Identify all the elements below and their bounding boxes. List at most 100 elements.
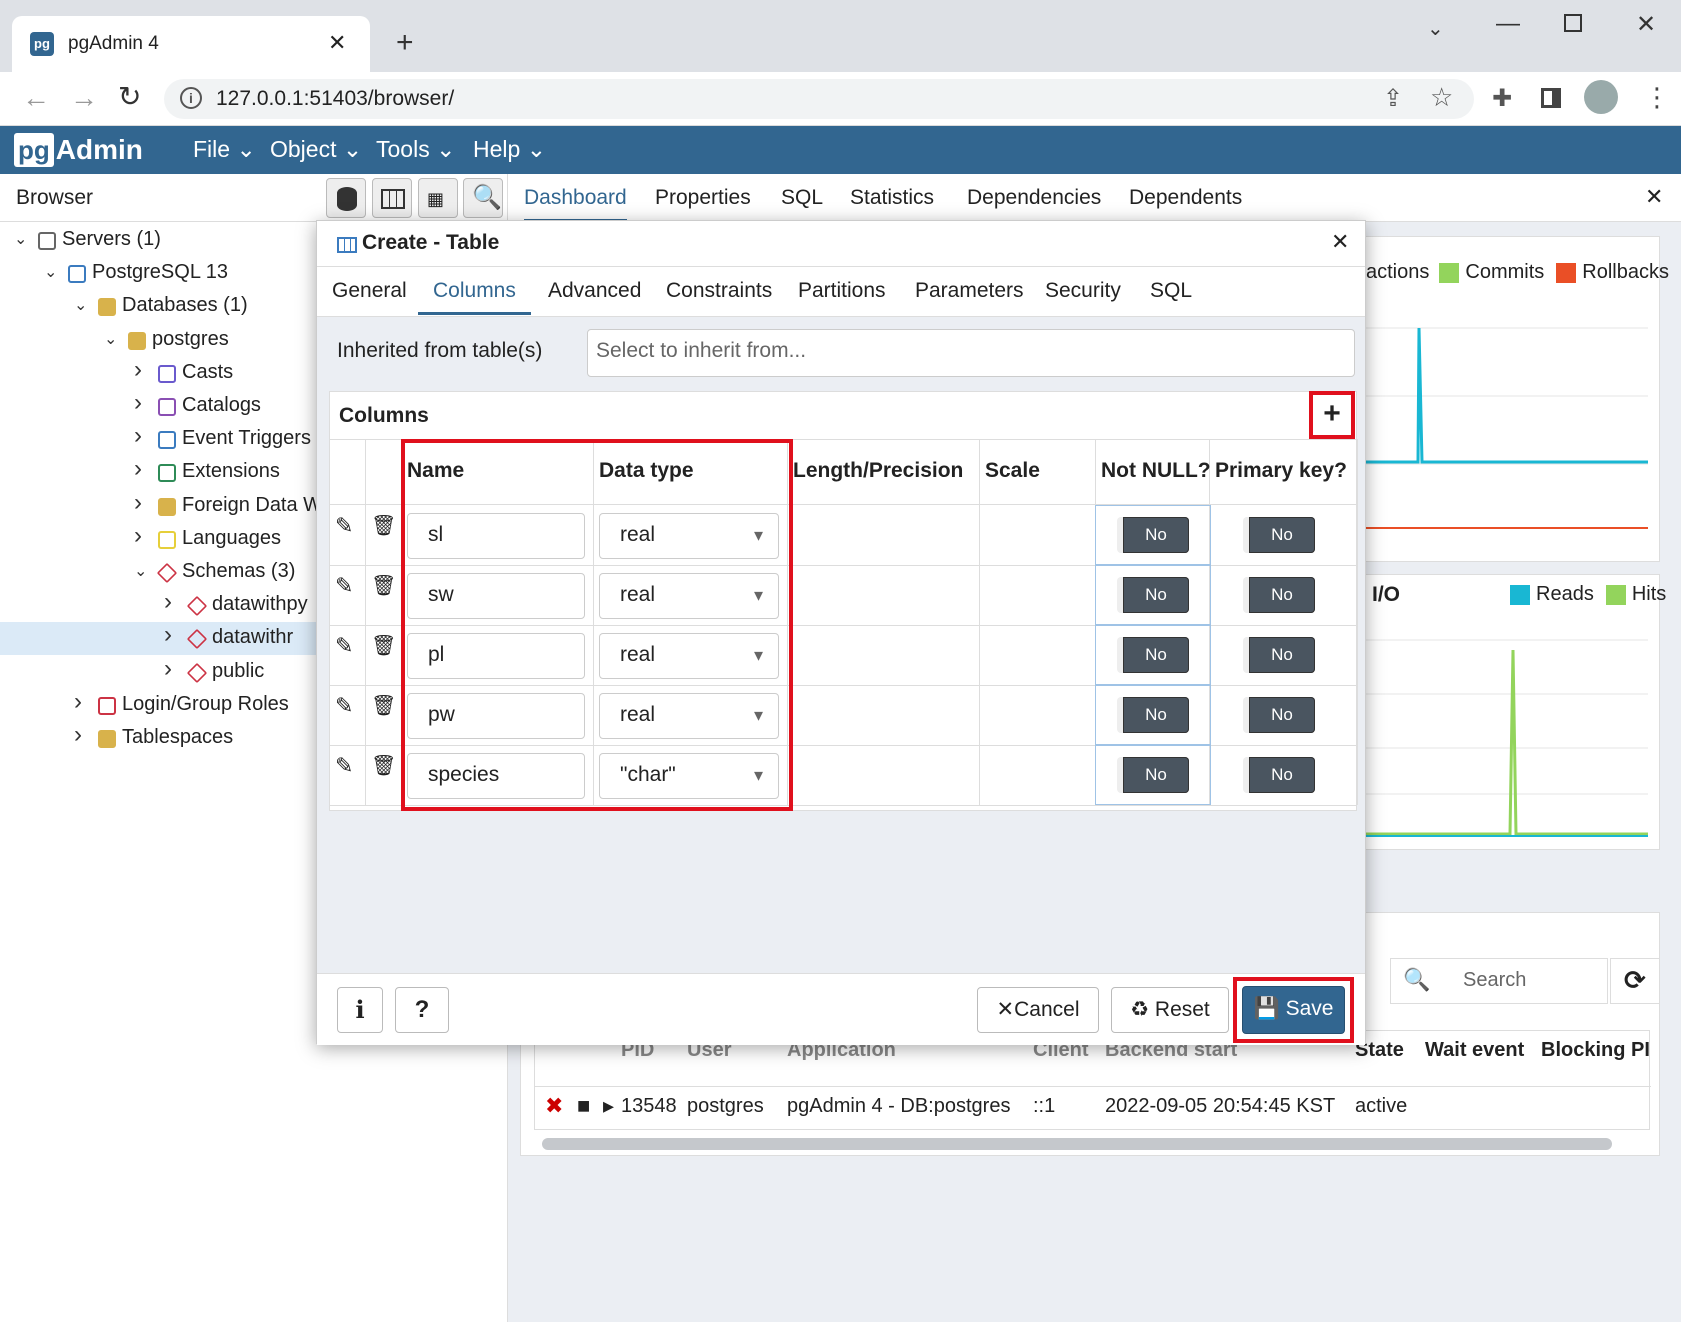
- chevron-right-icon[interactable]: ›: [74, 721, 82, 749]
- dialog-close-icon[interactable]: ✕: [1331, 229, 1349, 255]
- view-data-button[interactable]: [372, 178, 412, 218]
- chevron-right-icon[interactable]: ›: [164, 621, 172, 649]
- chevron-down-icon[interactable]: ⌄: [104, 329, 117, 349]
- query-tool-button[interactable]: [326, 178, 366, 218]
- chevron-down-icon[interactable]: ⌄: [1427, 16, 1444, 41]
- save-button[interactable]: 💾 Save: [1242, 986, 1345, 1034]
- delete-row-icon[interactable]: 🗑: [371, 633, 396, 658]
- refresh-button[interactable]: ⟳: [1610, 958, 1660, 1004]
- delete-row-icon[interactable]: 🗑: [371, 513, 396, 538]
- column-header-name[interactable]: Name: [407, 459, 464, 483]
- chevron-right-icon[interactable]: ›: [164, 588, 172, 616]
- column-header-not-null[interactable]: Not NULL?: [1101, 459, 1211, 483]
- activity-search-input[interactable]: Search: [1463, 969, 1526, 992]
- activity-search[interactable]: 🔍 Search: [1390, 958, 1608, 1004]
- search-objects-button[interactable]: 🔍: [463, 178, 503, 218]
- primary-key-toggle[interactable]: No: [1243, 757, 1315, 793]
- tab-properties[interactable]: Properties: [655, 186, 751, 210]
- forward-icon[interactable]: →: [70, 82, 98, 114]
- not-null-toggle[interactable]: No: [1117, 757, 1189, 793]
- pgadmin-logo[interactable]: pg pgAdmin Admin: [14, 131, 143, 169]
- menu-help[interactable]: Help ⌄: [473, 136, 546, 163]
- inherit-select[interactable]: Select to inherit from...: [587, 329, 1355, 377]
- edit-row-icon[interactable]: ✎: [335, 573, 353, 599]
- delete-row-icon[interactable]: 🗑: [371, 693, 396, 718]
- column-name-input[interactable]: pl: [407, 633, 585, 679]
- dialog-tab-columns[interactable]: Columns: [418, 279, 531, 315]
- tab-close-icon[interactable]: ✕: [328, 30, 346, 56]
- url-field[interactable]: i 127.0.0.1:51403/browser/: [164, 79, 1474, 119]
- expand-arrow-icon[interactable]: ▸: [603, 1093, 614, 1119]
- chevron-right-icon[interactable]: ›: [134, 356, 142, 384]
- reset-button[interactable]: ♻ Reset: [1111, 987, 1229, 1033]
- chevron-right-icon[interactable]: ›: [134, 522, 142, 550]
- chevron-down-icon[interactable]: ⌄: [74, 295, 87, 315]
- primary-key-toggle[interactable]: No: [1243, 577, 1315, 613]
- not-null-toggle[interactable]: No: [1117, 577, 1189, 613]
- column-name-input[interactable]: species: [407, 753, 585, 799]
- minimize-icon[interactable]: —: [1496, 10, 1520, 38]
- info-button[interactable]: i: [337, 987, 383, 1033]
- dialog-tab-advanced[interactable]: Advanced: [548, 279, 641, 303]
- chevron-down-icon[interactable]: ⌄: [134, 561, 147, 581]
- profile-avatar[interactable]: [1584, 80, 1618, 114]
- chevron-right-icon[interactable]: ›: [134, 422, 142, 450]
- delete-row-icon[interactable]: 🗑: [371, 573, 396, 598]
- not-null-toggle[interactable]: No: [1117, 517, 1189, 553]
- data-type-select[interactable]: real ▾: [599, 573, 779, 619]
- column-header-scale[interactable]: Scale: [985, 459, 1040, 483]
- cancel-button[interactable]: ✕Cancel: [977, 987, 1099, 1033]
- chevron-right-icon[interactable]: ›: [134, 489, 142, 517]
- dialog-tab-general[interactable]: General: [332, 279, 407, 303]
- column-header-length-precision[interactable]: Length/Precision: [793, 459, 963, 483]
- column-header-primary-key[interactable]: Primary key?: [1215, 459, 1347, 483]
- chevron-right-icon[interactable]: ›: [134, 455, 142, 483]
- data-type-select[interactable]: real ▾: [599, 693, 779, 739]
- column-name-input[interactable]: sl: [407, 513, 585, 559]
- menu-file[interactable]: File ⌄: [193, 136, 256, 163]
- dialog-tab-sql[interactable]: SQL: [1150, 279, 1192, 303]
- chevron-right-icon[interactable]: ›: [164, 655, 172, 683]
- tab-dependencies[interactable]: Dependencies: [967, 186, 1101, 210]
- close-panel-icon[interactable]: ✕: [1645, 184, 1663, 210]
- close-window-icon[interactable]: ✕: [1636, 10, 1656, 39]
- delete-row-icon[interactable]: 🗑: [371, 753, 396, 778]
- terminate-icon[interactable]: ✖: [545, 1093, 563, 1119]
- stop-icon[interactable]: ■: [577, 1093, 590, 1119]
- menu-tools[interactable]: Tools ⌄: [376, 136, 455, 163]
- column-name-input[interactable]: pw: [407, 693, 585, 739]
- dialog-tab-partitions[interactable]: Partitions: [798, 279, 886, 303]
- activity-header[interactable]: Blocking PI: [1541, 1039, 1650, 1062]
- chevron-down-icon[interactable]: ⌄: [14, 229, 27, 249]
- chevron-right-icon[interactable]: ›: [134, 389, 142, 417]
- new-tab-icon[interactable]: +: [396, 26, 414, 60]
- filtered-rows-button[interactable]: ▦: [418, 178, 458, 218]
- reload-icon[interactable]: ↻: [118, 80, 141, 113]
- extensions-puzzle-icon[interactable]: ✚: [1492, 84, 1512, 113]
- browser-tab[interactable]: pg pgAdmin 4 ✕: [12, 16, 370, 72]
- data-type-select[interactable]: real ▾: [599, 513, 779, 559]
- data-type-select[interactable]: real ▾: [599, 633, 779, 679]
- tab-statistics[interactable]: Statistics: [850, 186, 934, 210]
- edit-row-icon[interactable]: ✎: [335, 693, 353, 719]
- tab-dependents[interactable]: Dependents: [1129, 186, 1242, 210]
- side-panel-icon[interactable]: [1541, 88, 1561, 108]
- site-info-icon[interactable]: i: [180, 87, 202, 109]
- share-icon[interactable]: ⇪: [1383, 84, 1403, 113]
- help-button[interactable]: ?: [395, 987, 449, 1033]
- primary-key-toggle[interactable]: No: [1243, 517, 1315, 553]
- tab-sql[interactable]: SQL: [781, 186, 823, 210]
- primary-key-toggle[interactable]: No: [1243, 637, 1315, 673]
- chevron-right-icon[interactable]: ›: [74, 688, 82, 716]
- column-name-input[interactable]: sw: [407, 573, 585, 619]
- not-null-toggle[interactable]: No: [1117, 637, 1189, 673]
- data-type-select[interactable]: "char" ▾: [599, 753, 779, 799]
- back-icon[interactable]: ←: [22, 82, 50, 114]
- more-menu-icon[interactable]: ⋮: [1644, 82, 1670, 113]
- maximize-icon[interactable]: [1564, 14, 1582, 32]
- bookmark-star-icon[interactable]: ☆: [1430, 82, 1453, 113]
- add-column-button[interactable]: +: [1309, 391, 1355, 439]
- tab-dashboard[interactable]: Dashboard: [524, 186, 627, 222]
- edit-row-icon[interactable]: ✎: [335, 633, 353, 659]
- activity-scrollbar[interactable]: [542, 1138, 1612, 1150]
